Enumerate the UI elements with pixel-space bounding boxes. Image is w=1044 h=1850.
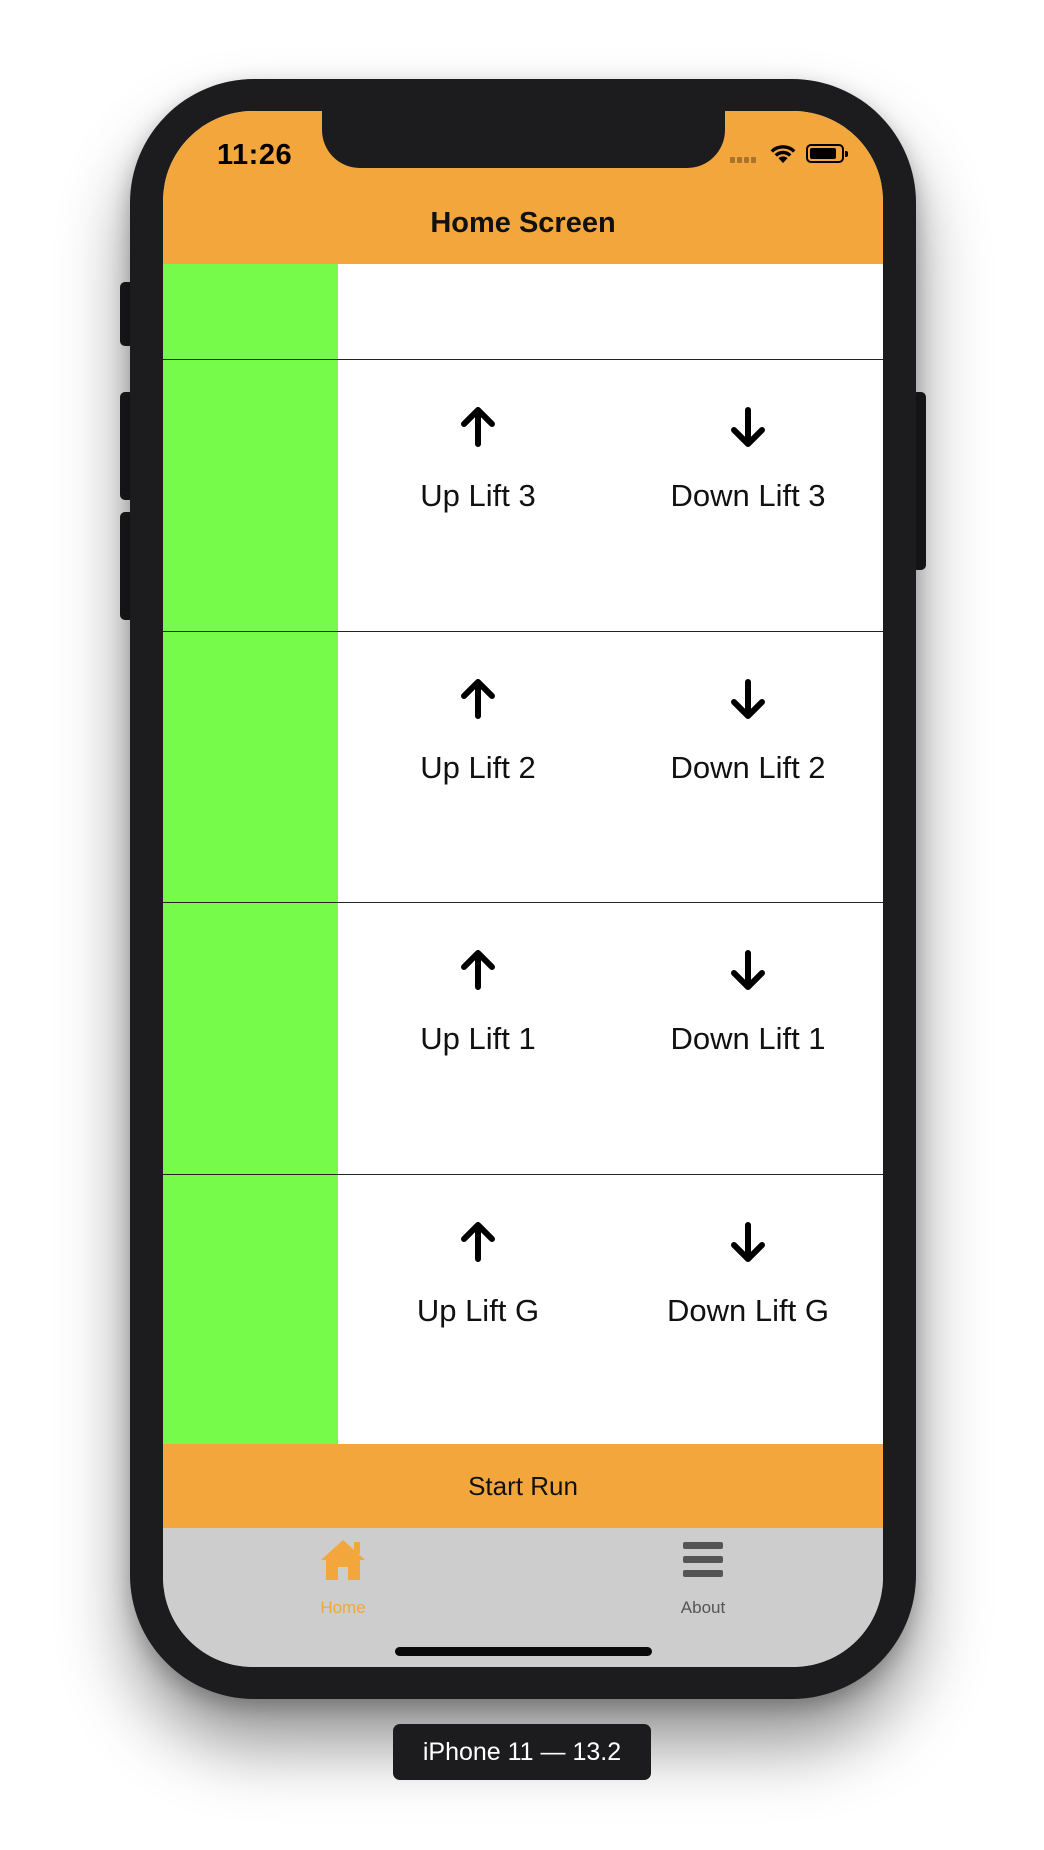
up-lift-button[interactable]: Up Lift 1 [378,947,578,1057]
down-lift-button[interactable]: Down Lift 2 [648,676,848,786]
arrow-down-icon [648,404,848,452]
home-icon [263,1536,423,1584]
simulator-stage: 11:26 Home Screen Up Lift 3 Down Lift 3 … [0,0,1044,1850]
arrow-down-icon [648,947,848,995]
down-lift-label: Down Lift G [667,1293,829,1328]
home-indicator[interactable] [395,1647,652,1656]
down-lift-button[interactable]: Down Lift 1 [648,947,848,1057]
down-lift-label: Down Lift 1 [670,1021,826,1056]
tab-home[interactable]: Home [263,1536,423,1618]
signal-icon [730,153,764,163]
tab-home-label: Home [320,1598,366,1617]
arrow-down-icon [648,1219,848,1267]
arrow-up-icon [378,1219,578,1267]
arrow-up-icon [378,676,578,724]
arrow-up-icon [378,947,578,995]
down-lift-label: Down Lift 2 [670,750,826,785]
arrow-down-icon [648,676,848,724]
status-indicators [730,141,870,169]
top-spacer-row [163,264,883,360]
down-lift-button[interactable]: Down Lift G [648,1219,848,1329]
up-lift-button[interactable]: Up Lift 2 [378,676,578,786]
tab-about[interactable]: About [623,1536,783,1618]
floor-row: Up Lift 1 Down Lift 1 [163,903,883,1175]
up-lift-label: Up Lift 2 [420,750,536,785]
up-lift-label: Up Lift 3 [420,478,536,513]
down-lift-label: Down Lift 3 [670,478,826,513]
floor-row: Up Lift 3 Down Lift 3 [163,360,883,632]
device-notch [322,111,725,168]
tab-about-label: About [680,1598,726,1617]
wifi-icon [768,141,798,165]
floor-row: Up Lift 2 Down Lift 2 [163,632,883,903]
up-lift-button[interactable]: Up Lift 3 [378,404,578,514]
battery-icon [806,144,848,163]
status-time: 11:26 [217,139,293,171]
up-lift-label: Up Lift G [416,1293,540,1328]
floor-row: Up Lift G Down Lift G [163,1175,883,1444]
device-label: iPhone 11 — 13.2 [393,1724,651,1780]
page-title: Home Screen [430,207,616,239]
app-header: 11:26 Home Screen [163,111,883,264]
down-lift-button[interactable]: Down Lift 3 [648,404,848,514]
up-lift-button[interactable]: Up Lift G [378,1219,578,1329]
up-lift-label: Up Lift 1 [420,1021,536,1056]
start-run-button[interactable]: Start Run [163,1444,883,1528]
menu-icon [623,1536,783,1584]
arrow-up-icon [378,404,578,452]
app-screen: 11:26 Home Screen Up Lift 3 Down Lift 3 … [163,111,883,1667]
